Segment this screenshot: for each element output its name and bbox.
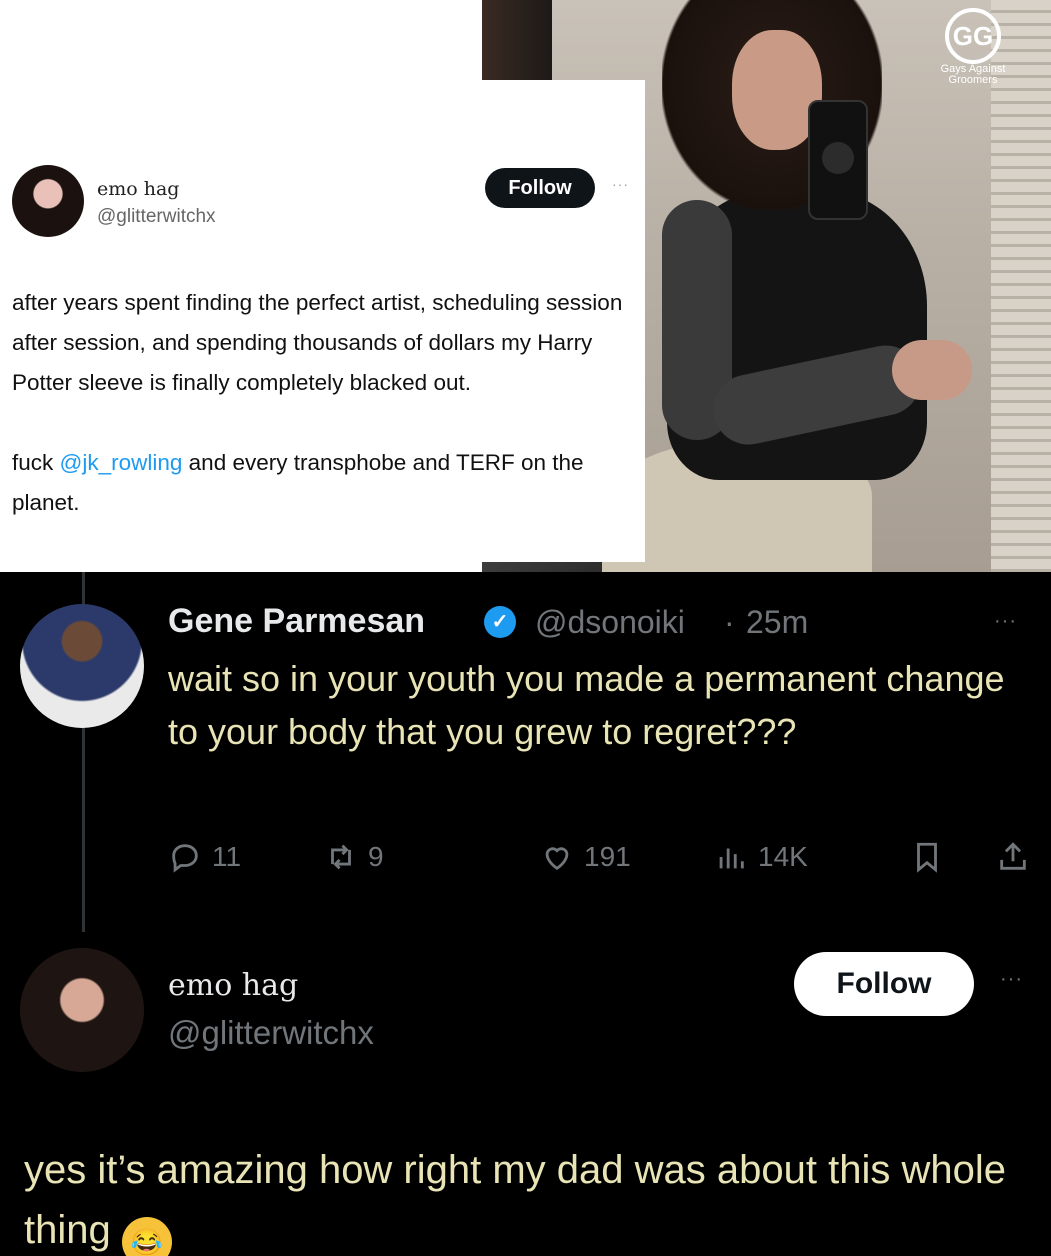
text-prefix: fuck	[12, 450, 60, 475]
handle[interactable]: @dsonoiki	[535, 604, 685, 641]
timestamp[interactable]: 25m	[746, 604, 808, 641]
separator-dot: ·	[724, 604, 735, 640]
verified-badge-icon: ✓	[484, 606, 516, 638]
reply-icon	[172, 844, 198, 873]
reply-button[interactable]: 11	[168, 832, 241, 882]
reply-count: 11	[212, 841, 242, 872]
like-button[interactable]: 191	[540, 832, 631, 882]
display-name[interactable]: Gene Parmesan	[168, 602, 425, 641]
display-name[interactable]: emo hag	[97, 178, 179, 200]
avatar[interactable]	[20, 948, 144, 1072]
laughing-emoji-icon: 😂	[121, 1217, 172, 1256]
more-icon[interactable]: ···	[612, 176, 629, 192]
more-icon[interactable]: ···	[994, 610, 1017, 633]
bar-chart-icon	[719, 848, 744, 869]
tweet-paragraph-1: after years spent finding the perfect ar…	[12, 290, 623, 395]
follow-button[interactable]: Follow	[485, 168, 595, 208]
tweet-paragraph-2: fuck @jk_rowling and every transphobe an…	[12, 443, 637, 523]
retweet-button[interactable]: 9	[324, 832, 384, 882]
handle[interactable]: @glitterwitchx	[97, 206, 216, 228]
display-name[interactable]: emo hag	[168, 968, 298, 1003]
action-bar: 11 9 191 14K	[168, 832, 1038, 882]
tweet-text: wait so in your youth you made a permane…	[168, 658, 1005, 752]
follow-button[interactable]: Follow	[794, 952, 974, 1016]
views-button[interactable]: 14K	[714, 832, 808, 882]
bookmark-icon	[917, 842, 937, 873]
tweet-text: after years spent finding the perfect ar…	[12, 283, 637, 563]
hand	[892, 340, 972, 400]
more-icon[interactable]: ···	[1000, 968, 1023, 991]
phone	[808, 100, 868, 220]
bookmark-button[interactable]	[910, 832, 944, 882]
avatar[interactable]	[20, 604, 144, 728]
like-count: 191	[584, 841, 631, 872]
original-tweet-card: emo hag @glitterwitchx Follow ··· after …	[0, 80, 645, 562]
screenshot-top-collage: GG Gays Against Groomers emo hag @glitte…	[0, 0, 1051, 572]
mention-link[interactable]: @jk_rowling	[60, 450, 183, 475]
clothing-rack	[482, 0, 552, 85]
view-count: 14K	[758, 841, 808, 872]
watermark-line2: Groomers	[948, 74, 998, 86]
avatar[interactable]	[12, 165, 84, 237]
retweet-icon	[331, 844, 351, 870]
gays-against-groomers-logo-icon: GG	[945, 8, 1001, 64]
retweet-count: 9	[368, 841, 384, 872]
handle[interactable]: @glitterwitchx	[168, 1014, 374, 1052]
heart-icon	[545, 847, 569, 871]
share-icon	[1000, 842, 1026, 870]
tweet-text: yes it’s amazing how right my dad was ab…	[24, 1140, 1024, 1256]
watermark: GG Gays Against Groomers	[923, 8, 1023, 86]
share-button[interactable]	[996, 832, 1030, 882]
